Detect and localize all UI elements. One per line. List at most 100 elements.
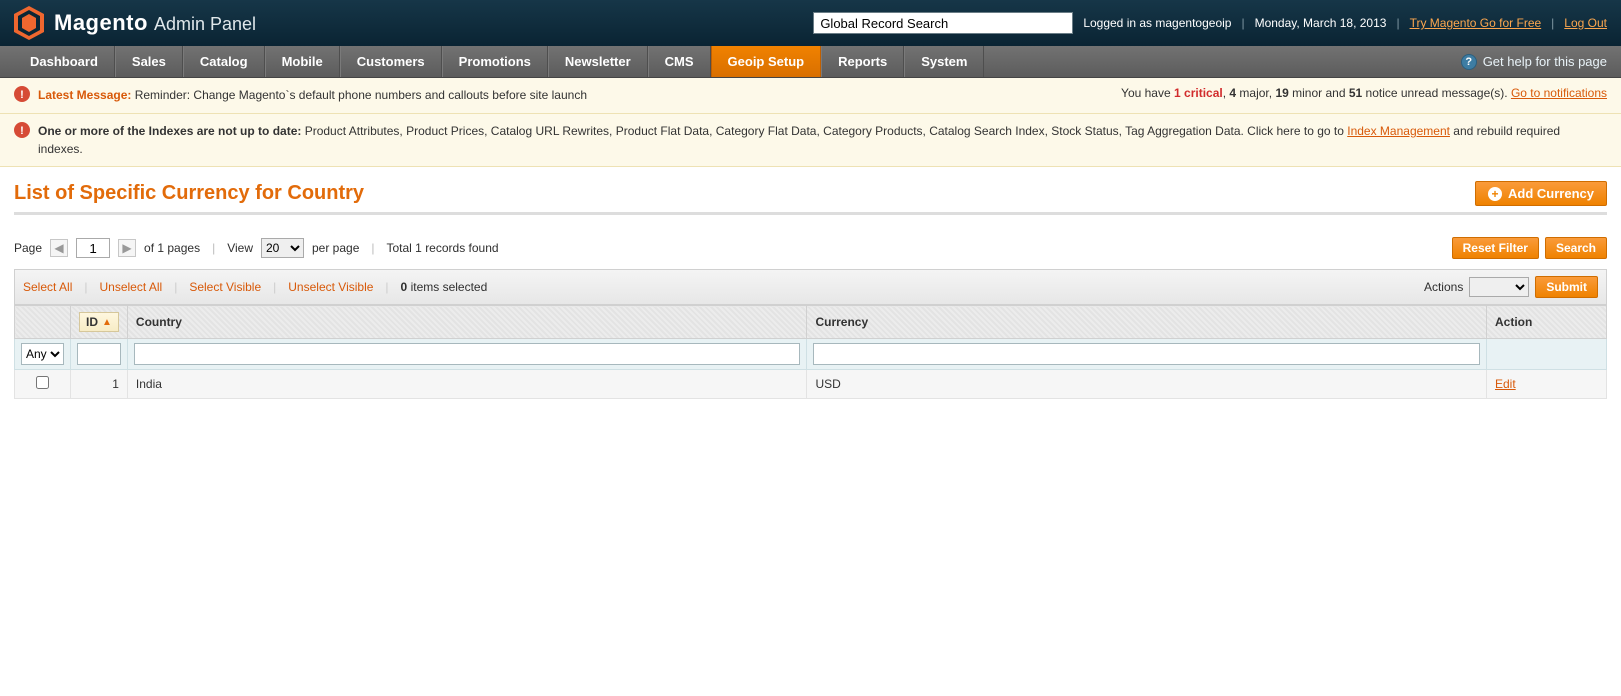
alert-icon: ! <box>14 86 30 105</box>
massaction-bar: Select All | Unselect All | Select Visib… <box>14 269 1607 305</box>
latest-message-label: Latest Message: <box>38 88 131 102</box>
nav-item-reports[interactable]: Reports <box>821 46 904 77</box>
notice-count: 51 <box>1349 86 1362 100</box>
actions-label: Actions <box>1424 280 1463 294</box>
select-all-link[interactable]: Select All <box>23 280 72 294</box>
index-notice-body: One or more of the Indexes are not up to… <box>38 122 1607 158</box>
nav-item-sales[interactable]: Sales <box>115 46 183 77</box>
summary-prefix: You have <box>1121 86 1174 100</box>
add-currency-label: Add Currency <box>1508 186 1594 201</box>
search-button[interactable]: Search <box>1545 237 1607 259</box>
edit-link[interactable]: Edit <box>1495 377 1516 391</box>
alert-icon: ! <box>14 122 30 141</box>
notice-body: Latest Message: Reminder: Change Magento… <box>38 86 1113 104</box>
col-header-id[interactable]: ID▲ <box>71 306 128 339</box>
add-currency-button[interactable]: + Add Currency <box>1475 181 1607 206</box>
filter-id-input[interactable] <box>77 343 121 365</box>
col-header-action: Action <box>1487 306 1607 339</box>
nav-item-catalog[interactable]: Catalog <box>183 46 265 77</box>
title-rule <box>14 212 1607 215</box>
col-header-checkbox <box>15 306 71 339</box>
brand-logo: Magento Admin Panel <box>14 6 256 40</box>
row-checkbox[interactable] <box>36 376 49 389</box>
go-to-notifications-link[interactable]: Go to notifications <box>1511 86 1607 100</box>
critical-label: critical <box>1181 86 1223 100</box>
separator: | <box>1396 16 1399 30</box>
col-header-currency[interactable]: Currency <box>807 306 1487 339</box>
submit-button[interactable]: Submit <box>1535 276 1598 298</box>
major-label: major <box>1236 86 1269 100</box>
help-icon: ? <box>1461 54 1477 70</box>
latest-message-notice: ! Latest Message: Reminder: Change Magen… <box>0 78 1621 114</box>
brand-main: Magento <box>54 10 148 36</box>
grid-buttons: Reset Filter Search <box>1452 237 1607 259</box>
col-id-label: ID <box>86 315 98 329</box>
table-row[interactable]: 1IndiaUSD Edit <box>15 370 1607 399</box>
row-id: 1 <box>71 370 128 399</box>
global-search-input[interactable] <box>813 12 1073 34</box>
filter-currency-input[interactable] <box>813 343 1480 365</box>
sort-asc-icon: ▲ <box>98 317 112 328</box>
grid-controls: Page ◀ ▶ of 1 pages | View 203050100200 … <box>14 233 1607 269</box>
help-label: Get help for this page <box>1483 54 1607 69</box>
nav-item-geoip-setup[interactable]: Geoip Setup <box>711 46 822 77</box>
view-label: View <box>227 241 253 255</box>
nav-item-system[interactable]: System <box>904 46 984 77</box>
nav-item-promotions[interactable]: Promotions <box>442 46 548 77</box>
of-pages-label: of 1 pages <box>144 241 200 255</box>
page-next-button[interactable]: ▶ <box>118 239 136 257</box>
page-prev-button[interactable]: ◀ <box>50 239 68 257</box>
nav-item-cms[interactable]: CMS <box>648 46 711 77</box>
col-header-country[interactable]: Country <box>127 306 807 339</box>
index-management-link[interactable]: Index Management <box>1347 124 1450 138</box>
row-currency: USD <box>807 370 1487 399</box>
try-magento-link[interactable]: Try Magento Go for Free <box>1410 16 1542 30</box>
index-notice: ! One or more of the Indexes are not up … <box>0 114 1621 167</box>
content-area: List of Specific Currency for Country + … <box>0 167 1621 413</box>
nav-item-mobile[interactable]: Mobile <box>265 46 340 77</box>
critical-count: 1 <box>1174 86 1181 100</box>
total-records-label: Total 1 records found <box>387 241 499 255</box>
filter-country-cell <box>127 339 807 370</box>
page-input[interactable] <box>76 238 110 258</box>
minor-count: 19 <box>1275 86 1288 100</box>
separator: | <box>168 280 183 294</box>
filter-currency-cell <box>807 339 1487 370</box>
per-page-select[interactable]: 203050100200 <box>261 238 304 258</box>
nav-item-customers[interactable]: Customers <box>340 46 442 77</box>
items-selected-label: items selected <box>407 280 487 294</box>
select-visible-link[interactable]: Select Visible <box>189 280 261 294</box>
index-notice-label: One or more of the Indexes are not up to… <box>38 124 301 138</box>
row-country: India <box>127 370 807 399</box>
page-title: List of Specific Currency for Country <box>14 182 364 205</box>
separator: | <box>78 280 93 294</box>
nav-item-dashboard[interactable]: Dashboard <box>14 46 115 77</box>
logged-in-text: Logged in as magentogeoip <box>1083 16 1231 30</box>
items-selected: 0 items selected <box>401 280 488 294</box>
separator: | <box>379 280 394 294</box>
notice-label: notice unread message(s). <box>1362 86 1511 100</box>
admin-header: Magento Admin Panel Logged in as magento… <box>0 0 1621 46</box>
page-head: List of Specific Currency for Country + … <box>14 181 1607 206</box>
separator: | <box>1241 16 1244 30</box>
logout-link[interactable]: Log Out <box>1564 16 1607 30</box>
magento-logo-icon <box>14 6 44 40</box>
header-row: ID▲ Country Currency Action <box>15 306 1607 339</box>
row-action-cell: Edit <box>1487 370 1607 399</box>
actions-select[interactable] <box>1469 277 1529 297</box>
nav-item-newsletter[interactable]: Newsletter <box>548 46 648 77</box>
filter-checkbox-cell: AnyYesNo <box>15 339 71 370</box>
minor-label: minor and <box>1289 86 1349 100</box>
separator: | <box>267 280 282 294</box>
filter-country-input[interactable] <box>134 343 801 365</box>
unselect-visible-link[interactable]: Unselect Visible <box>288 280 373 294</box>
index-notice-text-a: Product Attributes, Product Prices, Cata… <box>301 124 1347 138</box>
massaction-right: Actions Submit <box>1424 276 1598 298</box>
filter-any-select[interactable]: AnyYesNo <box>21 343 64 365</box>
brand-text: Magento Admin Panel <box>54 10 256 36</box>
help-link[interactable]: ? Get help for this page <box>1447 46 1621 77</box>
unselect-all-link[interactable]: Unselect All <box>99 280 162 294</box>
filter-id-cell <box>71 339 128 370</box>
filter-row: AnyYesNo <box>15 339 1607 370</box>
reset-filter-button[interactable]: Reset Filter <box>1452 237 1539 259</box>
